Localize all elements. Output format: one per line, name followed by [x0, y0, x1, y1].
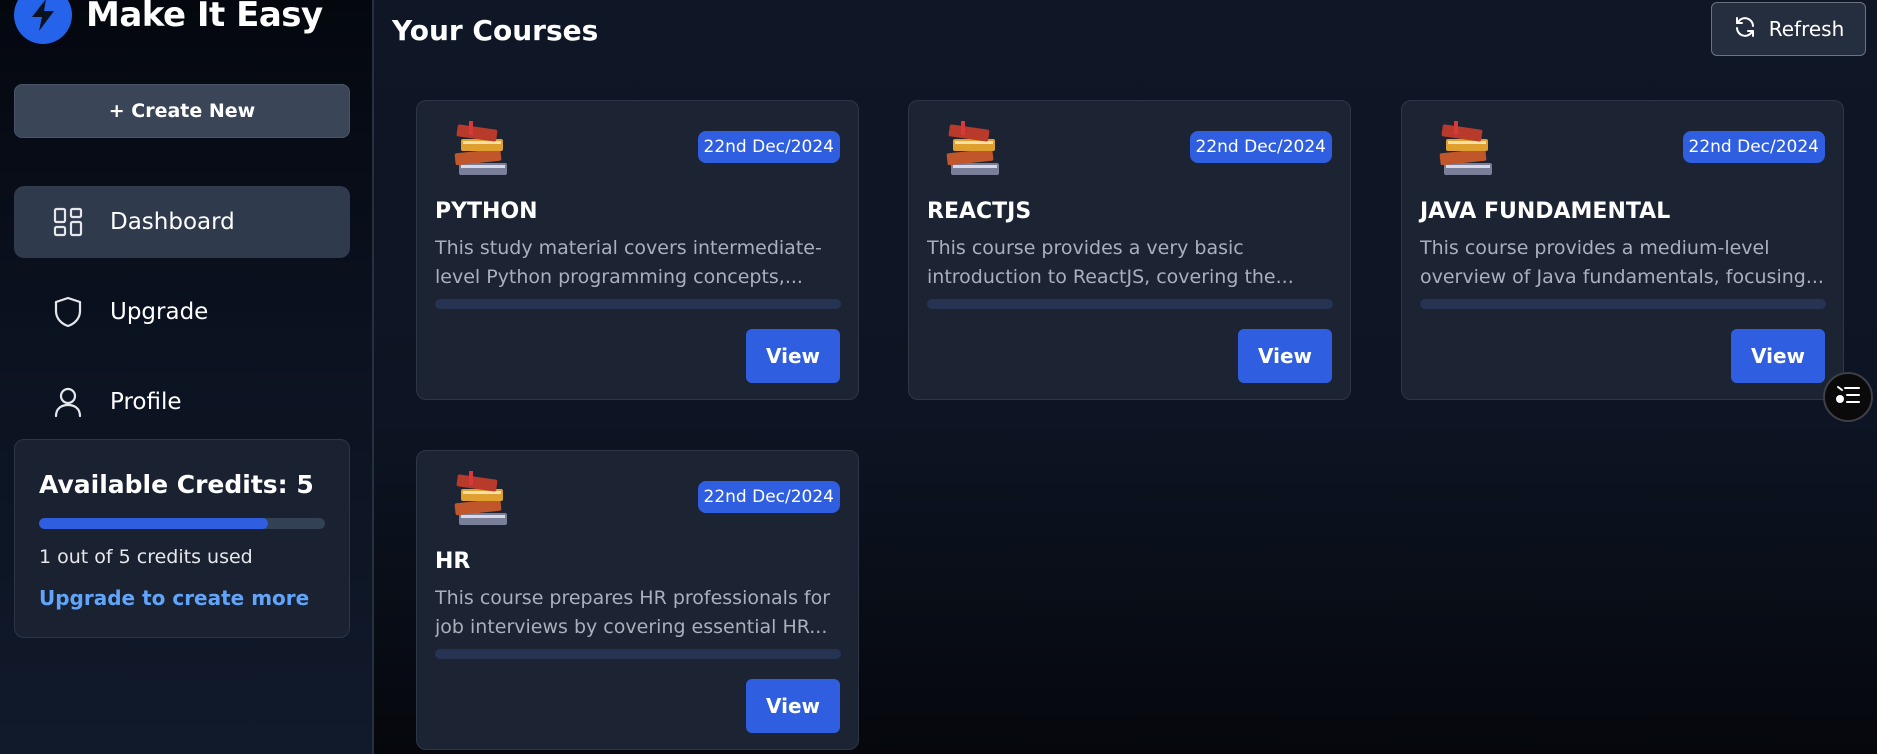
course-card: 22nd Dec/2024 REACTJS This course provid… — [908, 100, 1351, 400]
lightning-bolt-icon — [14, 0, 72, 44]
sidebar-item-upgrade[interactable]: Upgrade — [14, 276, 350, 348]
credits-used-text: 1 out of 5 credits used — [39, 546, 253, 568]
credits-title: Available Credits: 5 — [39, 470, 314, 499]
sidebar-item-label: Profile — [110, 389, 182, 415]
refresh-button[interactable]: Refresh — [1711, 2, 1866, 56]
course-card: 22nd Dec/2024 HR This course prepares HR… — [416, 450, 859, 750]
course-description: This course provides a medium-level over… — [1420, 237, 1824, 288]
course-description: This course prepares HR professionals fo… — [435, 587, 831, 638]
view-button[interactable]: View — [746, 329, 840, 383]
view-button[interactable]: View — [1238, 329, 1332, 383]
course-progress-bar — [435, 649, 841, 659]
books-icon — [1439, 121, 1492, 175]
date-badge: 22nd Dec/2024 — [697, 131, 840, 163]
course-title: REACTJS — [927, 199, 1032, 224]
grid-icon — [52, 206, 84, 238]
course-description: This course provides a very basic introd… — [927, 237, 1294, 288]
page-title: Your Courses — [392, 14, 599, 47]
course-description: This study material covers intermediate-… — [435, 237, 822, 288]
course-title: PYTHON — [435, 199, 538, 224]
course-card: 22nd Dec/2024 PYTHON This study material… — [416, 100, 859, 400]
books-icon — [454, 121, 507, 175]
credits-progress-bar — [39, 518, 325, 529]
date-badge: 22nd Dec/2024 — [1189, 131, 1332, 163]
user-icon — [52, 386, 84, 418]
books-icon — [454, 471, 507, 525]
sidebar-item-label: Dashboard — [110, 209, 235, 235]
sidebar-item-dashboard[interactable]: Dashboard — [14, 186, 350, 258]
create-new-button[interactable]: + Create New — [14, 84, 350, 138]
refresh-label: Refresh — [1768, 17, 1845, 41]
brand[interactable]: Make It Easy — [14, 0, 323, 44]
course-progress-bar — [435, 299, 841, 309]
books-icon — [946, 121, 999, 175]
credits-panel: Available Credits: 5 1 out of 5 credits … — [14, 439, 350, 638]
course-card: 22nd Dec/2024 JAVA FUNDAMENTAL This cour… — [1401, 100, 1844, 400]
brand-name: Make It Easy — [86, 0, 323, 35]
view-button[interactable]: View — [1731, 329, 1825, 383]
course-title: HR — [435, 549, 471, 574]
view-button[interactable]: View — [746, 679, 840, 733]
refresh-icon — [1733, 15, 1757, 44]
credits-progress-fill — [39, 518, 268, 529]
shield-icon — [52, 296, 84, 328]
sidebar: Make It Easy + Create New Dashboard Upgr… — [0, 0, 374, 754]
main-content: Your Courses Refresh 22nd Dec/2024 PYTHO… — [374, 0, 1877, 754]
upgrade-link[interactable]: Upgrade to create more — [39, 586, 309, 610]
sidebar-item-label: Upgrade — [110, 299, 209, 325]
date-badge: 22nd Dec/2024 — [1682, 131, 1825, 163]
floating-menu-button[interactable] — [1823, 372, 1873, 422]
sidebar-item-profile[interactable]: Profile — [14, 366, 350, 438]
date-badge: 22nd Dec/2024 — [697, 481, 840, 513]
course-progress-bar — [1420, 299, 1826, 309]
list-settings-icon — [1835, 384, 1861, 410]
course-title: JAVA FUNDAMENTAL — [1420, 199, 1671, 224]
course-progress-bar — [927, 299, 1333, 309]
